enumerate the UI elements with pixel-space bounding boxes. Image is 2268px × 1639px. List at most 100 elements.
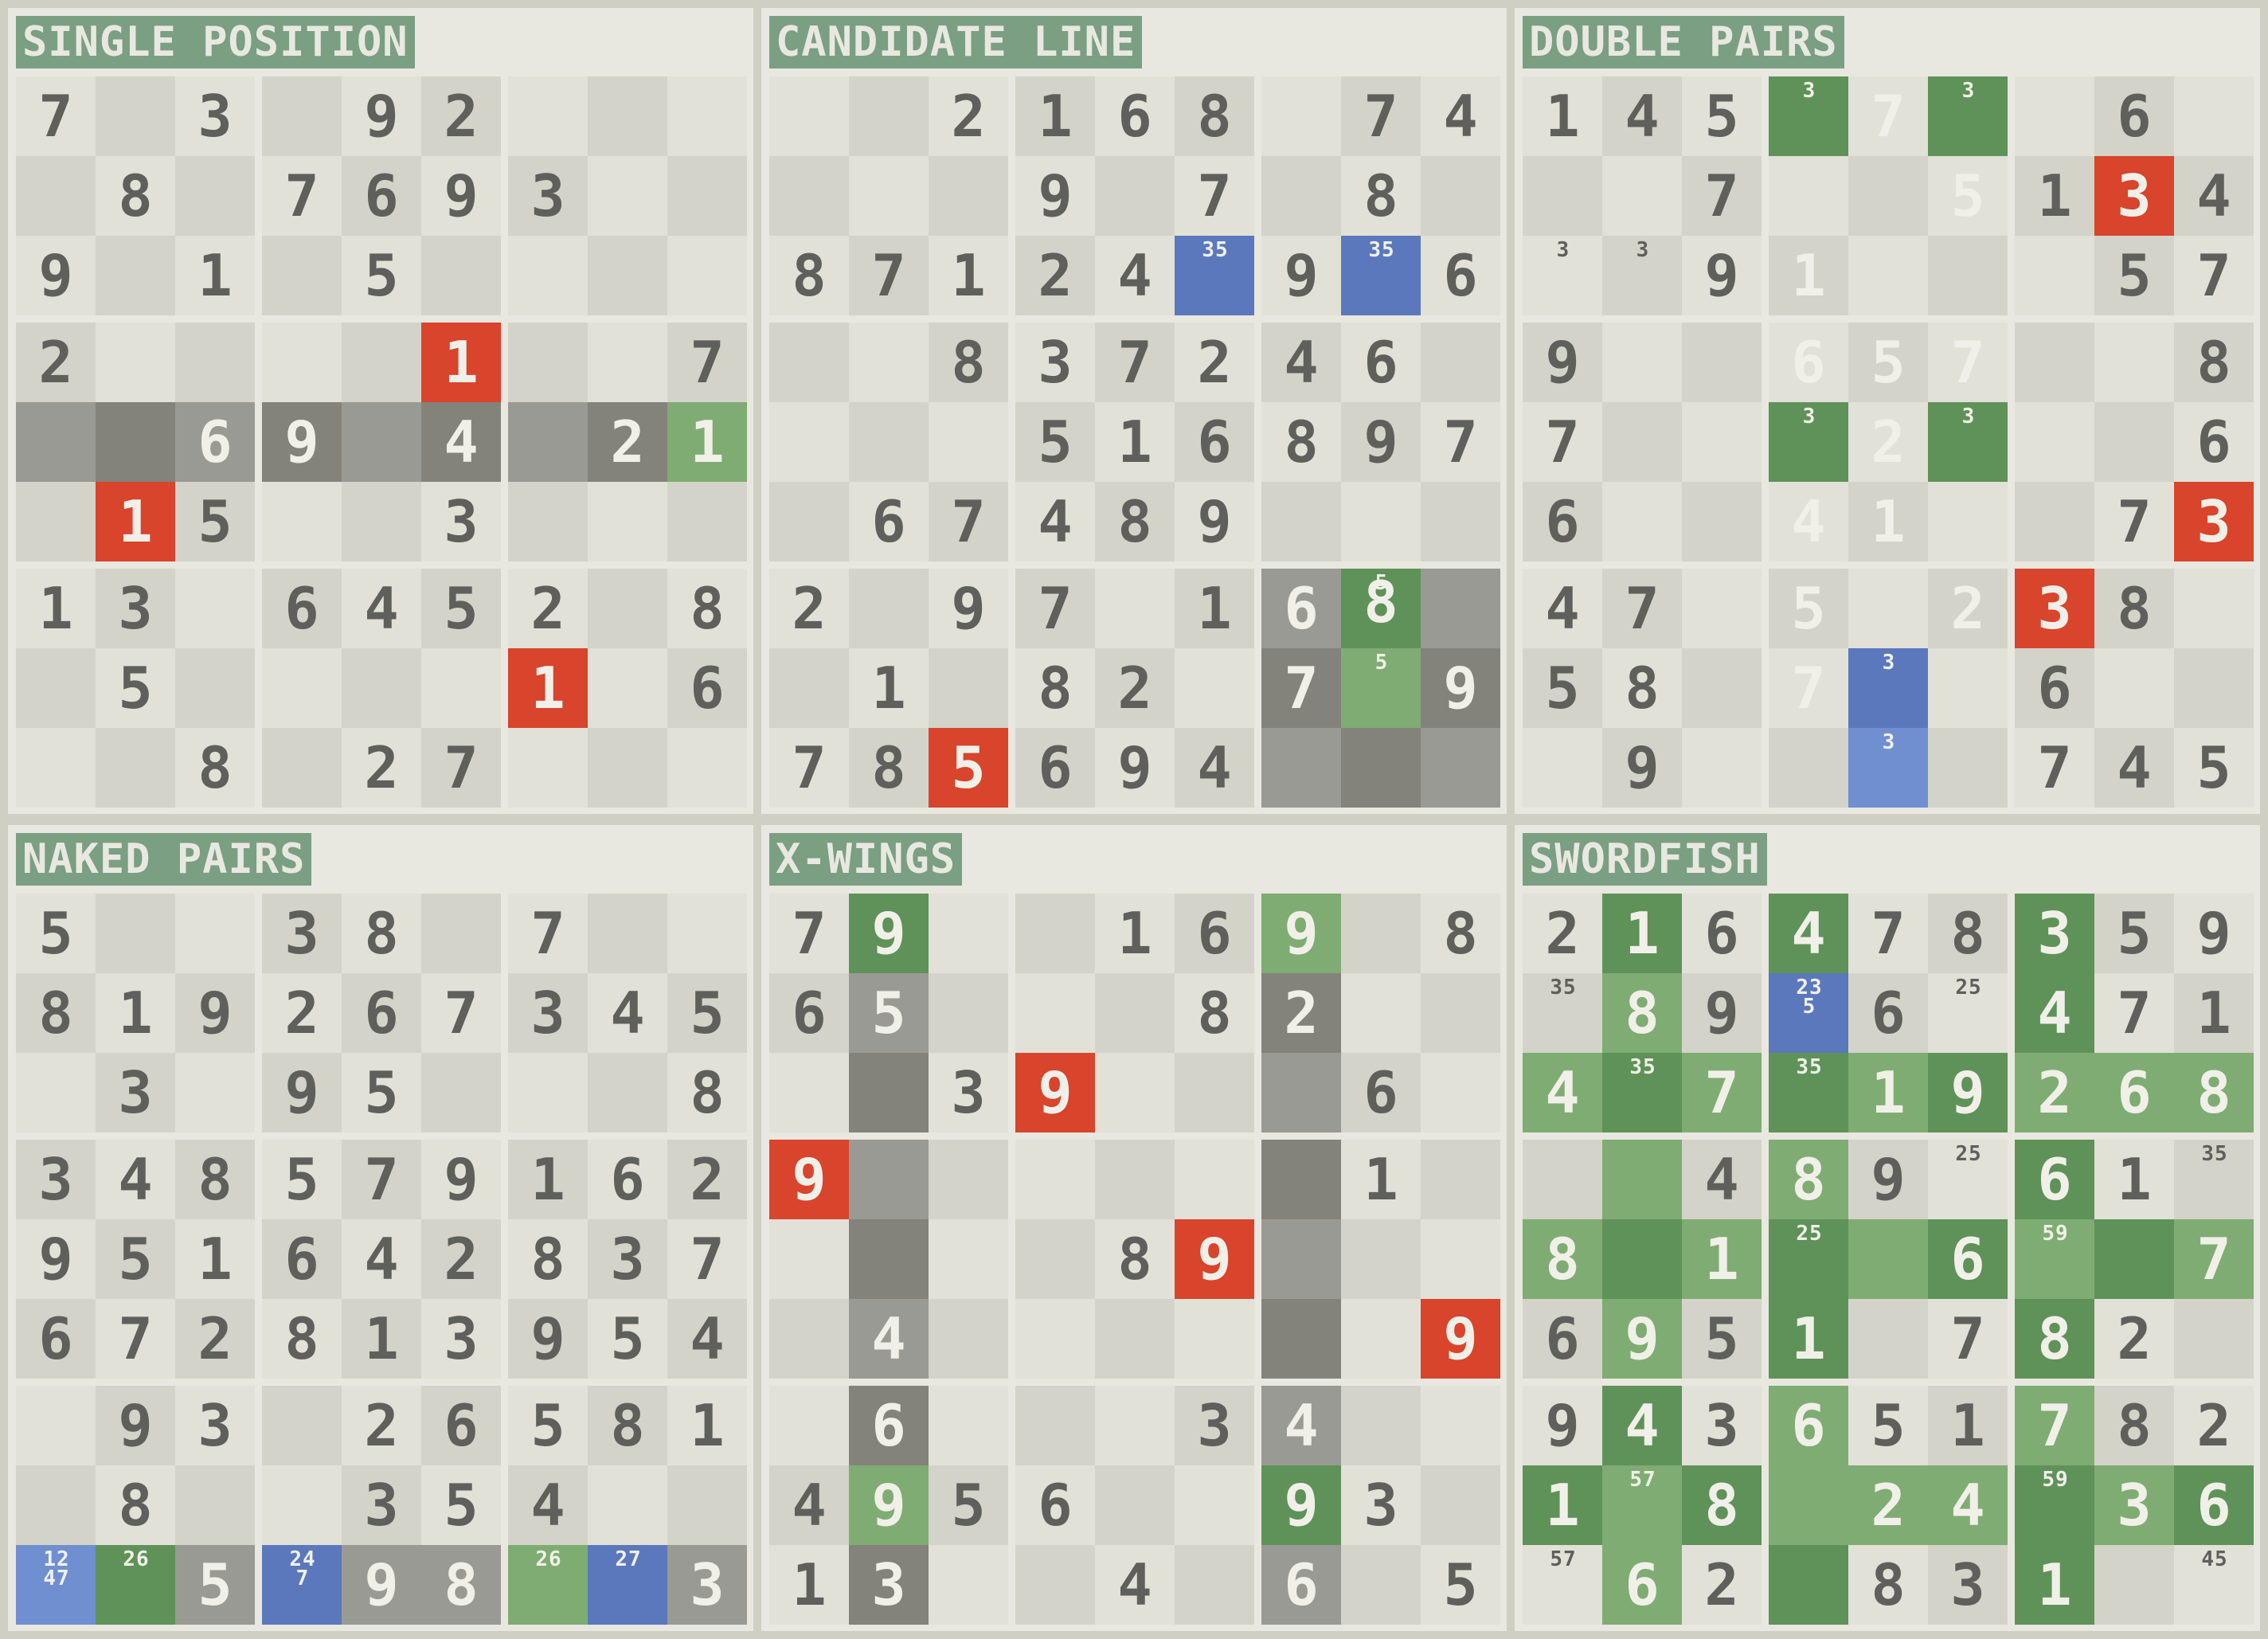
sudoku-cell [262,482,342,561]
sudoku-cell: 3 [96,569,175,648]
cell-digit: 1 [1038,83,1073,150]
sudoku-cell [1928,728,2008,808]
sudoku-cell: 4 [1769,894,1848,973]
sudoku-cell: 35 [1602,1053,1682,1132]
sudoku-cell [421,236,501,315]
sudoku-cell [1015,1545,1095,1625]
sudoku-cell: 9 [1421,648,1500,728]
sudoku-cell [2174,648,2254,728]
sudoku-cell [508,728,588,808]
sudoku-cell: 6 [175,402,255,482]
sudoku-cell: 4 [1602,76,1682,156]
sudoku-cell: 9 [1602,728,1682,808]
cell-digit: 9 [197,980,233,1046]
cell-digit: 4 [530,1472,565,1539]
sudoku-cell [929,973,1008,1053]
sudoku-cell: 4 [1095,1545,1175,1625]
sudoku-cell: 4 [588,973,667,1053]
panel-double-pairs: DOUBLE PAIRS 145373675134339157965787323… [1515,8,2260,814]
cell-digit: 6 [871,488,906,555]
cell-digit: 4 [1197,734,1232,801]
cell-digit: 6 [1950,1226,1985,1293]
sudoku-cell: 1 [342,1299,421,1379]
cell-digit: 5 [1950,162,1985,229]
sudoku-cell: 7 [1015,569,1095,648]
cell-digit: 3 [530,980,565,1046]
sudoku-cell: 5 [1848,1386,1928,1465]
cell-digit: 5 [1871,329,1906,396]
sudoku-cell [508,323,588,402]
cell-digit: 2 [1284,980,1319,1046]
sudoku-cell [1421,156,1500,236]
sudoku-cell: 8 [96,156,175,236]
sudoku-cell: 57 [1523,1545,1602,1625]
sudoku-cell: 9 [1175,1219,1254,1299]
cell-digit: 8 [690,1059,725,1126]
cell-digit: 7 [1284,655,1319,722]
cell-digit: 2 [1545,900,1580,967]
sudoku-cell: 7 [769,894,849,973]
sudoku-cell [2015,323,2094,402]
sudoku-cell: 5 [1928,156,2008,236]
cell-candidates: 5 [1374,651,1389,675]
cell-digit: 9 [1284,900,1319,967]
sudoku-cell [2174,76,2254,156]
sudoku-cell [1523,728,1602,808]
cell-digit: 7 [2037,1392,2072,1459]
cell-candidates: 25 [1955,1142,1982,1166]
cell-digit: 5 [197,488,233,555]
sudoku-cell: 3 [667,1545,747,1625]
sudoku-cell [2094,1545,2174,1625]
sudoku-cell: 7 [667,323,747,402]
sudoku-cell [1848,1219,1928,1299]
cell-digit: 9 [1117,734,1152,801]
cell-digit: 1 [1197,575,1232,642]
panel-x-wings: X-WINGS 79169865823969189496344956931346… [761,825,1507,1631]
sudoku-cell [16,402,96,482]
cell-digit: 1 [2037,162,2072,229]
sudoku-cell [1769,1545,1848,1625]
sudoku-cell: 9 [342,1545,421,1625]
cell-digit: 4 [364,575,399,642]
sudoku-cell: 9 [1523,1386,1602,1465]
cell-digit: 7 [1950,1305,1985,1372]
cell-digit: 9 [871,1472,906,1539]
sudoku-cell: 8 [2174,323,2254,402]
sudoku-cell: 9 [175,973,255,1053]
sudoku-cell [1602,482,1682,561]
cell-digit: 3 [118,1059,153,1126]
sudoku-cell [849,1140,929,1219]
cell-digit: 8 [38,980,73,1046]
sudoku-cell: 9 [1261,236,1341,315]
sudoku-cell [262,323,342,402]
sudoku-cell: 8 [508,1219,588,1299]
cell-candidates: 27 [615,1547,642,1571]
cell-digit: 5 [364,242,399,309]
sudoku-cell: 6 [1341,1053,1421,1132]
sudoku-cell: 9 [1015,156,1095,236]
sudoku-cell: 7 [1175,156,1254,236]
sudoku-cell: 2 [769,569,849,648]
sudoku-cell: 3 [929,1053,1008,1132]
sudoku-cell: 6 [262,1219,342,1299]
panel-naked-pairs: NAKED PAIRS 5387819267345395834857916295… [8,825,753,1631]
sudoku-cell: 2 [588,402,667,482]
sudoku-cell [1015,973,1095,1053]
panel-single-position: SINGLE POSITION 739287693915217694211531… [8,8,753,814]
sudoku-cell: 1 [1769,1299,1848,1379]
sudoku-cell: 3 [175,1386,255,1465]
cell-digit: 1 [1871,488,1906,555]
sudoku-cell: 1 [1095,402,1175,482]
sudoku-cell: 4 [1523,569,1602,648]
cell-digit: 5 [1871,1392,1906,1459]
cell-digit: 7 [1704,1059,1739,1126]
cell-digit: 5 [197,1551,233,1618]
sudoku-cell: 5 [2094,236,2174,315]
cell-digit: 1 [197,1226,233,1293]
cell-digit: 8 [1950,900,1985,967]
cell-digit: 3 [951,1059,986,1126]
sudoku-cell [588,728,667,808]
cell-digit: 8 [690,575,725,642]
cell-digit: 5 [951,1472,986,1539]
sudoku-cell: 3 [508,973,588,1053]
